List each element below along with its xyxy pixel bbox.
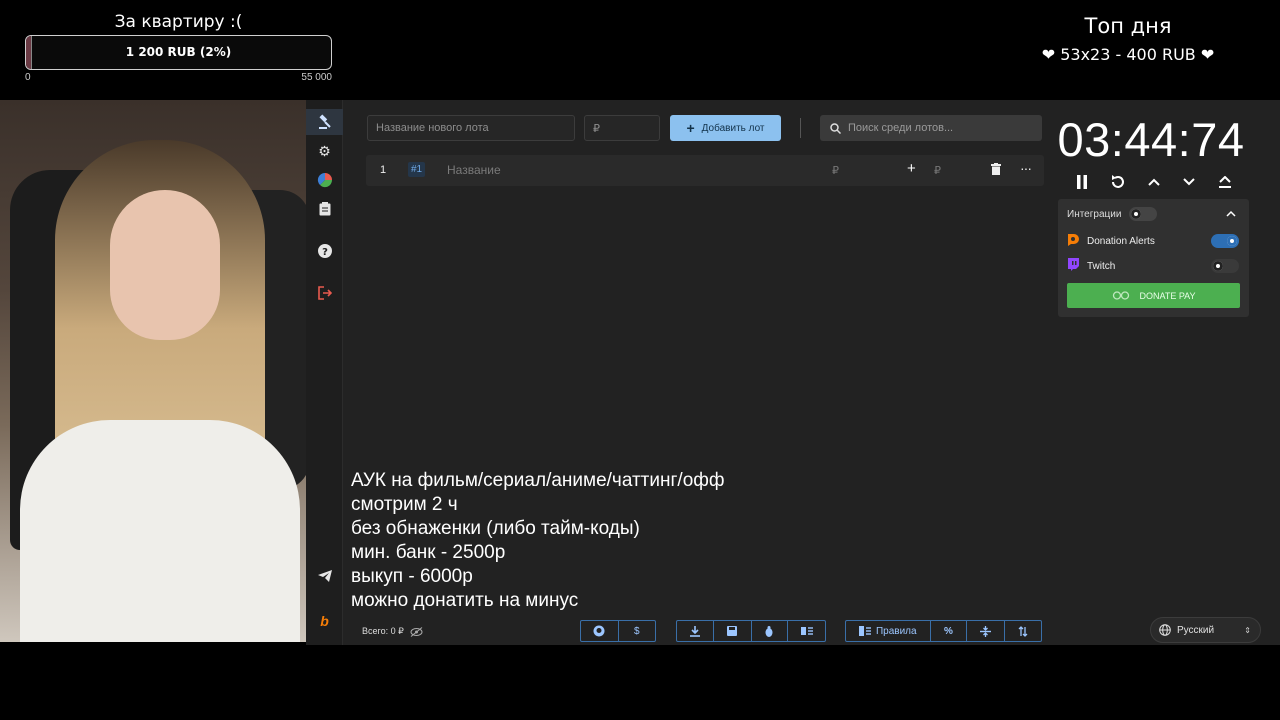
chevron-down-icon[interactable]: [1177, 170, 1201, 194]
lot-name-input[interactable]: Название нового лота: [367, 115, 575, 141]
twitch-icon: [1067, 258, 1079, 276]
search-icon: [830, 122, 841, 134]
top-donor-entry: ❤ 53x23 - 400 RUB ❤: [1041, 45, 1215, 64]
split-icon[interactable]: [967, 621, 1006, 641]
collapse-chevron-icon[interactable]: [1226, 205, 1236, 223]
integrations-master-toggle[interactable]: [1129, 207, 1157, 221]
pause-icon[interactable]: [1070, 170, 1094, 194]
select-arrows-icon: ⇕: [1244, 625, 1251, 635]
chevron-up-icon[interactable]: [1142, 170, 1166, 194]
lot-name-field[interactable]: Название: [447, 163, 501, 177]
auction-app: ⚙ ? b Название нового лота ₽ + Добавить …: [306, 100, 1280, 645]
lot-index: 1: [380, 164, 387, 176]
more-icon[interactable]: ···: [1020, 160, 1032, 176]
rules-label: Правила: [875, 625, 917, 637]
caption-line: выкуп - 6000р: [351, 566, 473, 587]
integrations-panel: Интеграции Donation Alerts Twitch DONATE…: [1058, 199, 1249, 317]
add-amount-plus-icon[interactable]: +: [907, 160, 916, 177]
sidebar: ⚙ ? b: [306, 100, 343, 645]
donation-alerts-toggle[interactable]: [1211, 234, 1239, 248]
links-button-group: $: [580, 620, 656, 642]
goal-progress-text: 1 200 RUB (2%): [125, 45, 232, 59]
download-icon[interactable]: [677, 621, 714, 641]
boosty-icon[interactable]: b: [306, 608, 343, 634]
percent-icon[interactable]: %: [931, 621, 968, 641]
webcam-feed: [0, 100, 306, 642]
donate-pay-label: DONATE PAY: [1139, 290, 1196, 301]
donation-alerts-label: Donation Alerts: [1087, 236, 1155, 247]
language-select[interactable]: Русский ⇕: [1150, 617, 1261, 643]
integrations-title: Интеграции: [1067, 209, 1122, 220]
eye-slash-icon[interactable]: [410, 626, 423, 637]
streamer-face: [110, 190, 220, 340]
rules-button[interactable]: Правила: [846, 621, 931, 641]
twitch-label: Twitch: [1087, 261, 1116, 272]
logout-icon[interactable]: [306, 280, 343, 306]
gear-icon[interactable]: ⚙: [306, 138, 343, 164]
caption-line: без обнаженки (либо тайм-коды): [351, 518, 640, 539]
top-donor-title: Топ дня: [1084, 14, 1172, 38]
svg-text:?: ?: [322, 247, 328, 258]
github-icon[interactable]: [581, 621, 619, 641]
add-lot-button[interactable]: + Добавить лот: [670, 115, 781, 141]
telegram-icon[interactable]: [306, 563, 343, 589]
double-chevron-up-icon[interactable]: [1213, 170, 1237, 194]
help-icon[interactable]: ?: [306, 238, 343, 264]
goal-max-label: 55 000: [301, 72, 332, 83]
reset-icon[interactable]: [1106, 170, 1130, 194]
caption-line: смотрим 2 ч: [351, 494, 458, 515]
goal-progress-bar: 1 200 RUB (2%): [25, 35, 332, 70]
plus-icon: +: [686, 120, 695, 136]
search-placeholder: Поиск среди лотов...: [848, 122, 954, 134]
tools-button-group: Правила %: [845, 620, 1042, 642]
save-icon[interactable]: [714, 621, 752, 641]
pie-chart-icon[interactable]: [306, 167, 343, 193]
trash-icon[interactable]: [991, 163, 1001, 178]
clipboard-icon[interactable]: [306, 196, 343, 222]
donate-pay-icon: [1113, 291, 1130, 300]
language-label: Русский: [1177, 624, 1215, 636]
stream-caption: АУК на фильм/сериал/аниме/чаттинг/офф см…: [351, 469, 725, 613]
globe-icon: [1159, 624, 1171, 636]
rules-icon: [858, 626, 871, 636]
caption-line: мин. банк - 2500р: [351, 542, 506, 563]
caption-line: можно донатить на минус: [351, 590, 579, 611]
sort-icon[interactable]: [1005, 621, 1041, 641]
lot-row: 1 #1 Название ₽ + ₽ ···: [366, 155, 1044, 186]
donate-pay-button[interactable]: DONATE PAY: [1067, 283, 1240, 308]
lot-amount-field[interactable]: ₽: [832, 164, 839, 177]
total-sum: Всего: 0 ₽: [362, 626, 423, 637]
timer-display: 03:44:74: [1057, 113, 1245, 166]
twitch-toggle[interactable]: [1211, 259, 1239, 273]
streamer-shirt: [20, 420, 300, 642]
search-input[interactable]: Поиск среди лотов...: [820, 115, 1042, 141]
goal-title: За квартиру :(: [114, 12, 243, 32]
add-lot-label: Добавить лот: [701, 122, 765, 134]
file-button-group: [676, 620, 826, 642]
lot-id-badge: #1: [408, 162, 426, 177]
gavel-icon[interactable]: [306, 109, 343, 135]
add-amount-field[interactable]: ₽: [934, 164, 941, 177]
goal-min-label: 0: [25, 72, 31, 83]
total-sum-text: Всего: 0 ₽: [362, 626, 404, 636]
dollar-icon[interactable]: $: [619, 621, 656, 641]
import-list-icon[interactable]: [788, 621, 825, 641]
lot-amount-input[interactable]: ₽: [584, 115, 660, 141]
caption-line: АУК на фильм/сериал/аниме/чаттинг/офф: [351, 470, 725, 491]
donation-alerts-icon: [1067, 233, 1079, 251]
bug-icon[interactable]: [752, 621, 789, 641]
toolbar-divider: [800, 118, 801, 138]
